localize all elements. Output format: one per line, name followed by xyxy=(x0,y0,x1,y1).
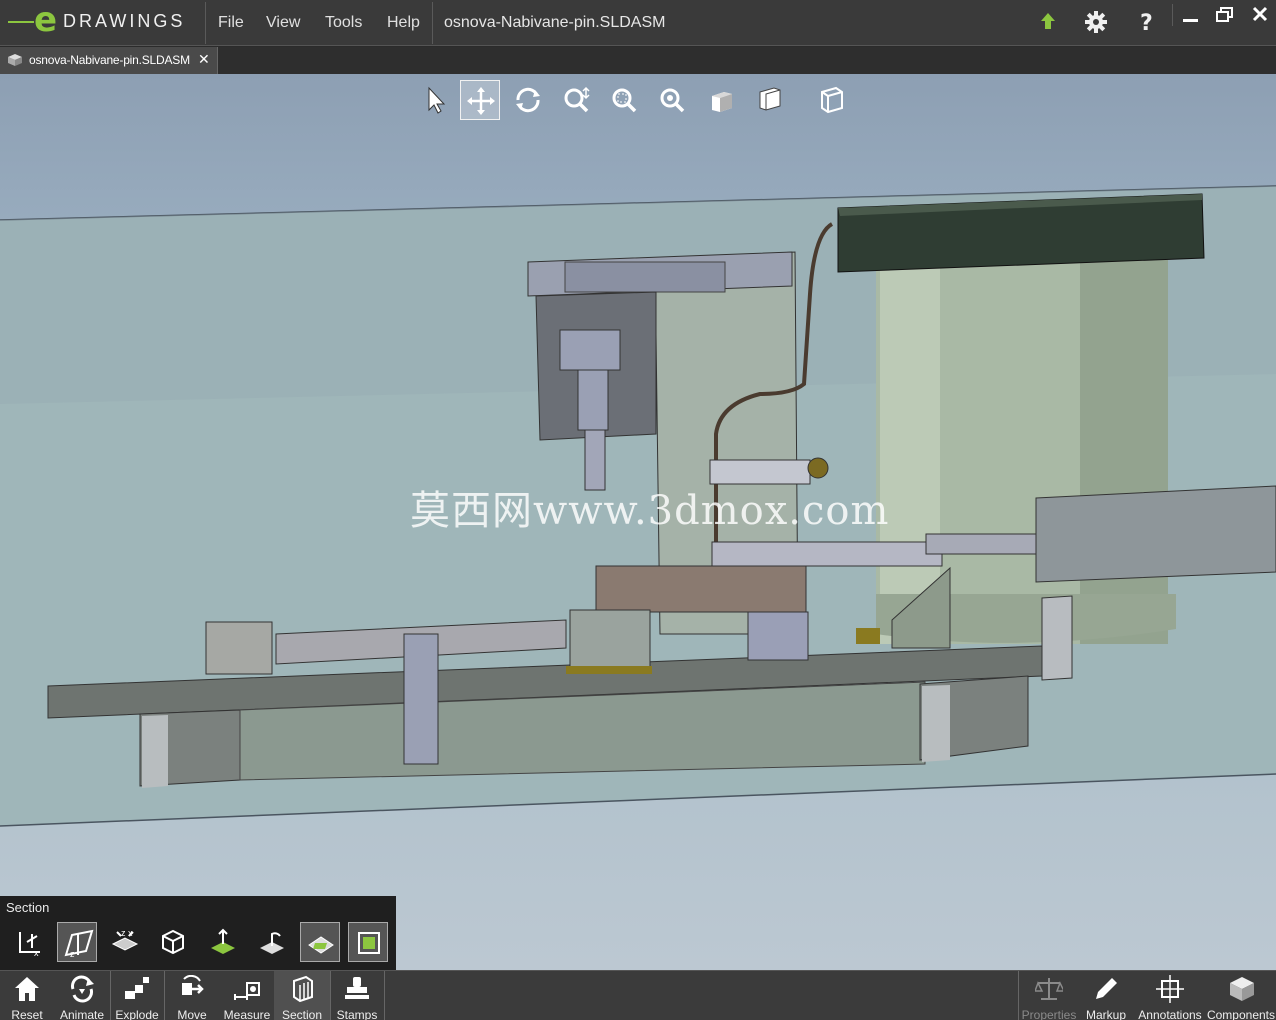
gear-icon[interactable] xyxy=(1082,8,1110,36)
animate-button[interactable]: Animate xyxy=(54,971,110,1020)
home-icon xyxy=(15,977,39,1001)
svg-text:?: ? xyxy=(1140,11,1153,36)
scales-icon xyxy=(1035,978,1063,1000)
measure-icon xyxy=(234,982,260,1000)
section-box-icon[interactable] xyxy=(153,922,193,962)
section-cap-icon[interactable] xyxy=(300,922,340,962)
stamps-label: Stamps xyxy=(336,1008,378,1020)
section-icon xyxy=(293,975,313,1003)
close-icon[interactable] xyxy=(1246,4,1274,26)
display-style-icon[interactable] xyxy=(750,80,798,120)
pencil-icon xyxy=(1096,978,1117,999)
reset-label: Reset xyxy=(11,1008,43,1020)
tab-close-icon[interactable]: ✕ xyxy=(198,51,210,68)
logo-text: DRAWINGS xyxy=(63,11,186,31)
menu-view[interactable]: View xyxy=(266,14,300,32)
section-move-icon[interactable] xyxy=(203,922,243,962)
move-icon xyxy=(182,975,204,995)
help-icon[interactable]: ? xyxy=(1132,8,1160,36)
view-cube-icon[interactable] xyxy=(814,80,862,120)
properties-label: Properties xyxy=(1021,1008,1077,1020)
select-icon[interactable] xyxy=(416,80,456,120)
pan-icon[interactable] xyxy=(460,80,500,120)
measure-label: Measure xyxy=(223,1008,271,1020)
zoom-to-area-icon[interactable] xyxy=(604,80,644,120)
section-outline-icon[interactable] xyxy=(348,922,388,962)
properties-button[interactable]: Properties xyxy=(1018,971,1080,1020)
move-button[interactable]: Move xyxy=(164,971,220,1020)
edrawings-logo: e DRAWINGS xyxy=(6,0,202,40)
logo-letter: e xyxy=(34,0,58,40)
explode-icon xyxy=(125,977,149,999)
markup-label: Markup xyxy=(1085,1008,1126,1020)
section-rotate-icon[interactable] xyxy=(252,922,292,962)
section-panel: Section x z z x xyxy=(0,896,396,970)
menu-file[interactable]: File xyxy=(218,14,244,32)
document-tab-bar: osnova-Nabivane-pin.SLDASM ✕ xyxy=(0,47,1276,74)
title-bar: e DRAWINGS File View Tools Help osnova-N… xyxy=(0,0,1276,46)
explode-label: Explode xyxy=(115,1008,159,1020)
zoom-to-fit-icon[interactable] xyxy=(652,80,692,120)
components-label: Components xyxy=(1206,1008,1276,1020)
minimize-icon[interactable] xyxy=(1176,4,1204,26)
section-button[interactable]: Section xyxy=(274,971,330,1020)
bottom-toolbar: Reset Animate Explode Move Measure Secti… xyxy=(0,970,1276,1020)
annotation-icon xyxy=(1156,975,1184,1003)
zoom-icon[interactable] xyxy=(556,80,596,120)
rotate-icon[interactable] xyxy=(508,80,548,120)
components-icon xyxy=(1230,977,1254,1001)
annotations-button[interactable]: Annotations xyxy=(1134,971,1206,1020)
animate-label: Animate xyxy=(59,1008,105,1020)
tab-label: osnova-Nabivane-pin.SLDASM xyxy=(29,53,190,67)
components-button[interactable]: Components xyxy=(1206,971,1276,1020)
section-flip-icon[interactable]: z x xyxy=(105,922,145,962)
stamps-icon xyxy=(345,977,369,999)
move-label: Move xyxy=(177,1008,207,1020)
explode-button[interactable]: Explode xyxy=(110,971,164,1020)
svg-text:x: x xyxy=(34,948,39,958)
watermark-text: 莫西网www.3dmox.com xyxy=(410,488,890,534)
animate-icon xyxy=(71,975,94,1003)
view-orientation-icon[interactable] xyxy=(702,80,742,120)
document-title: osnova-Nabivane-pin.SLDASM xyxy=(444,14,666,31)
section-plane-x-icon[interactable]: x xyxy=(10,922,50,962)
assembly-icon xyxy=(7,53,23,67)
stamps-button[interactable]: Stamps xyxy=(330,971,384,1020)
markup-button[interactable]: Markup xyxy=(1080,971,1132,1020)
document-tab[interactable]: osnova-Nabivane-pin.SLDASM ✕ xyxy=(0,47,218,74)
svg-text:z x: z x xyxy=(121,928,133,938)
menu-tools[interactable]: Tools xyxy=(325,14,362,32)
view-toolbar xyxy=(416,80,876,120)
section-label: Section xyxy=(281,1008,323,1020)
annotations-label: Annotations xyxy=(1138,1008,1202,1020)
measure-button[interactable]: Measure xyxy=(220,971,274,1020)
upload-arrow-icon[interactable] xyxy=(1034,8,1062,36)
svg-text:z: z xyxy=(70,949,75,959)
restore-icon[interactable] xyxy=(1212,4,1240,26)
menu-help[interactable]: Help xyxy=(387,14,420,32)
reset-button[interactable]: Reset xyxy=(0,971,54,1020)
section-plane-z-icon[interactable]: z xyxy=(57,922,97,962)
model-viewport[interactable]: 莫西网www.3dmox.com xyxy=(0,74,1276,970)
section-panel-title: Section xyxy=(6,900,50,915)
